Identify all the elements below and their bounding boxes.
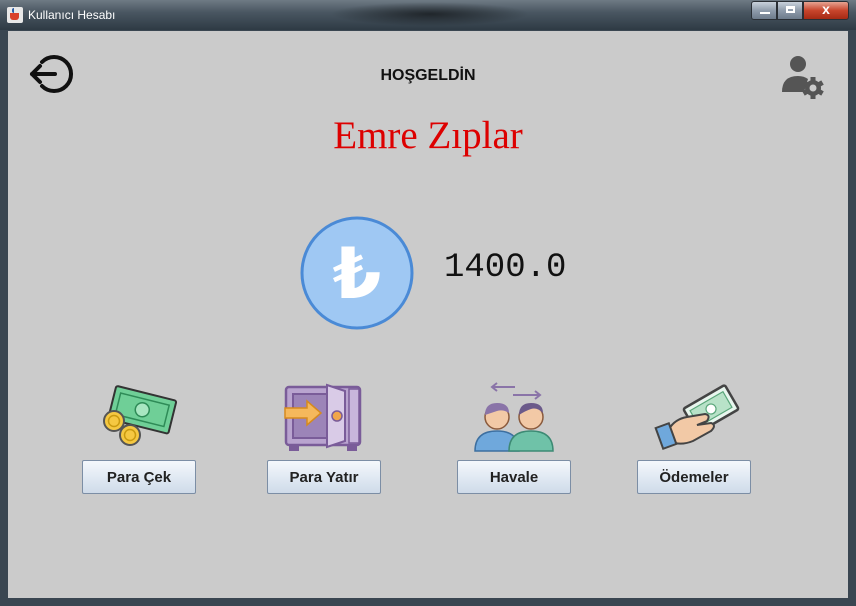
transfer-people-icon [474, 382, 554, 452]
safe-deposit-icon [284, 383, 362, 451]
window-title: Kullanıcı Hesabı [28, 8, 116, 22]
transfer-button[interactable]: Havale [457, 460, 571, 494]
user-name: Emre Zıplar [333, 114, 523, 157]
minimize-icon [760, 12, 770, 14]
currency-symbol: ₺ [333, 233, 382, 315]
title-bar[interactable]: Kullanıcı Hesabı x [0, 0, 856, 30]
balance-value: 1400.0 [444, 249, 567, 287]
deposit-button[interactable]: Para Yatır [267, 460, 381, 494]
money-withdraw-icon [103, 385, 178, 446]
window-controls: x [751, 1, 849, 21]
turkish-lira-icon: ₺ [300, 216, 414, 330]
welcome-label: HOŞGELDİN [380, 67, 476, 84]
app-window: Kullanıcı Hesabı x HOŞGELDİN Emre Zıplar… [0, 0, 856, 606]
java-app-icon [7, 7, 23, 23]
payments-button[interactable]: Ödemeler [637, 460, 751, 494]
maximize-button[interactable] [777, 1, 803, 20]
account-panel: HOŞGELDİN Emre Zıplar ₺ 1400.0 Para Çek … [8, 31, 848, 598]
close-button[interactable]: x [803, 1, 849, 20]
payment-hand-icon [654, 384, 740, 451]
user-settings-button[interactable] [780, 53, 828, 101]
close-icon: x [822, 1, 830, 17]
withdraw-button[interactable]: Para Çek [82, 460, 196, 494]
user-settings-icon [782, 56, 824, 99]
minimize-button[interactable] [751, 1, 777, 20]
maximize-icon [786, 6, 795, 13]
titlebar-glow [330, 2, 530, 26]
